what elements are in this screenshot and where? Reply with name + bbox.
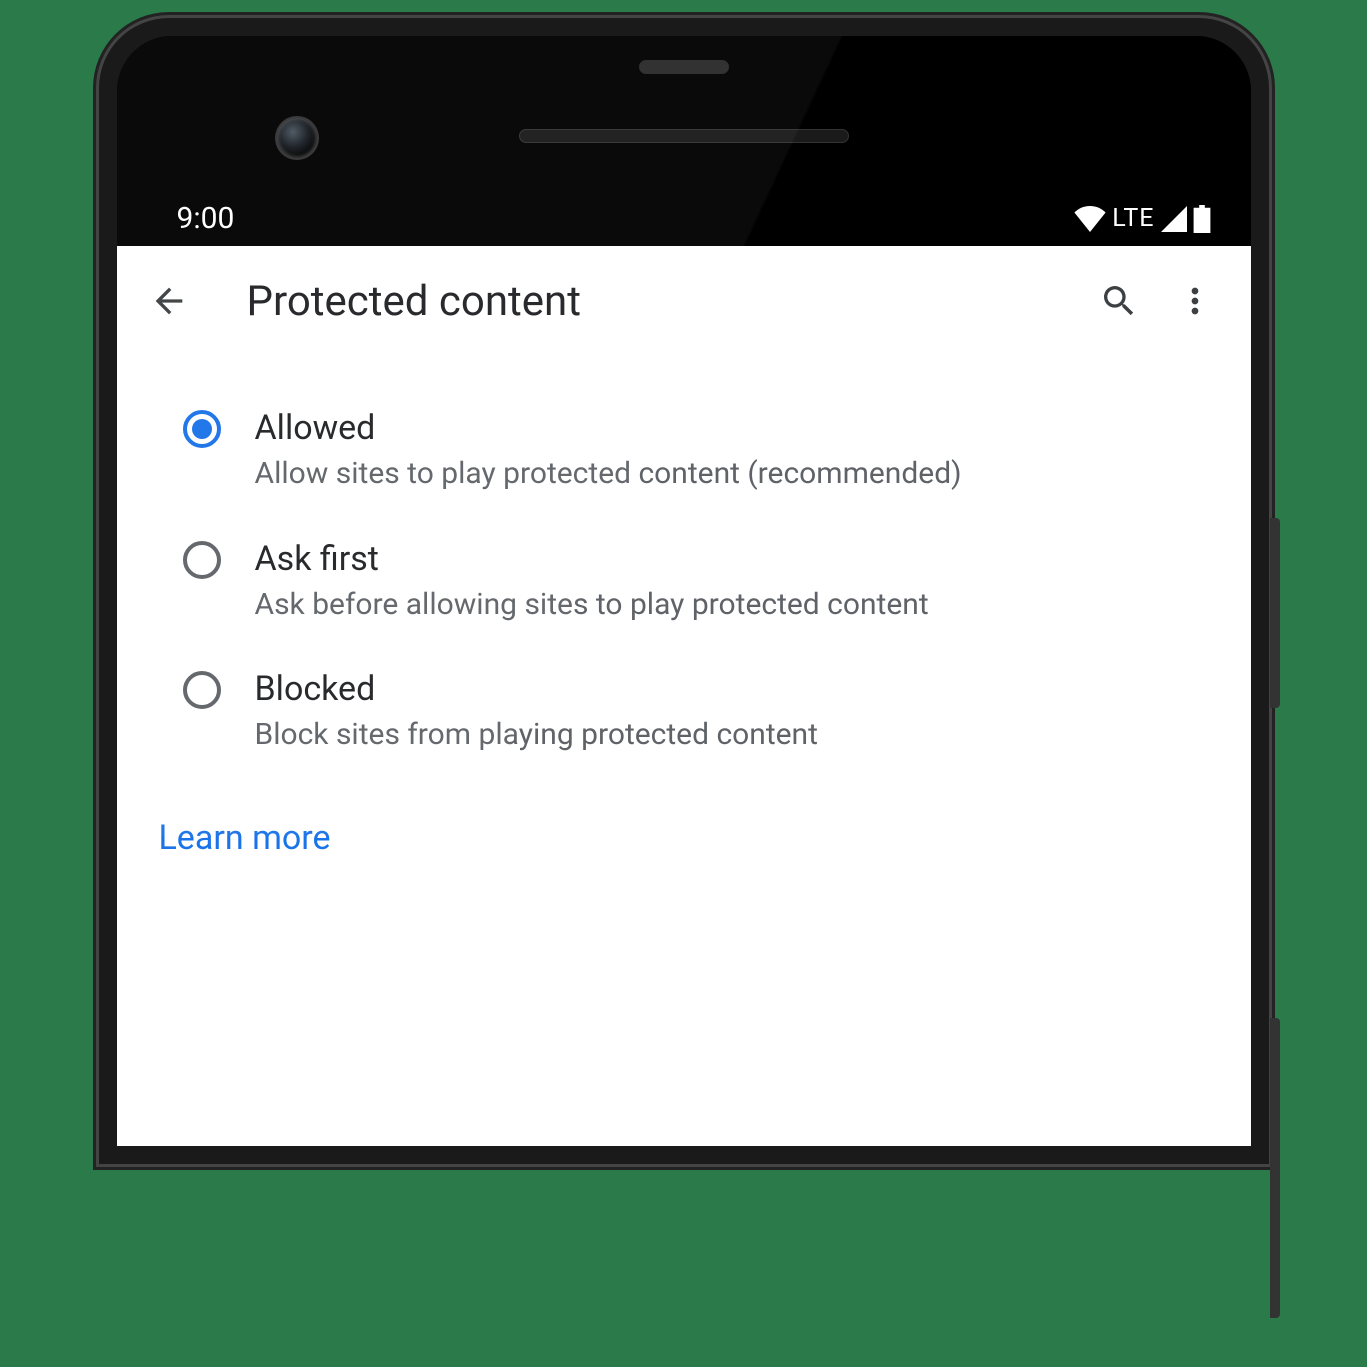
radio-selected-icon xyxy=(183,410,221,448)
radio-control[interactable] xyxy=(157,408,247,448)
radio-unselected-icon xyxy=(183,541,221,579)
page-title: Protected content xyxy=(247,277,1071,326)
more-button[interactable] xyxy=(1167,273,1223,329)
phone-side-button xyxy=(1270,1018,1280,1318)
more-vert-icon xyxy=(1175,281,1215,321)
phone-top-bezel: 9:00 LTE xyxy=(117,36,1251,246)
battery-icon xyxy=(1193,205,1211,233)
phone-speaker xyxy=(519,129,849,143)
arrow-back-icon xyxy=(149,281,189,321)
option-text: Blocked Block sites from playing protect… xyxy=(247,669,1211,756)
phone-inner: 9:00 LTE xyxy=(117,36,1251,1146)
option-ask-first[interactable]: Ask first Ask before allowing sites to p… xyxy=(117,517,1251,648)
back-button[interactable] xyxy=(145,277,193,325)
option-title: Blocked xyxy=(255,669,1211,709)
option-allowed[interactable]: Allowed Allow sites to play protected co… xyxy=(117,386,1251,517)
option-title: Ask first xyxy=(255,539,1211,579)
option-description: Ask before allowing sites to play protec… xyxy=(255,585,1211,626)
radio-control[interactable] xyxy=(157,669,247,709)
option-text: Allowed Allow sites to play protected co… xyxy=(247,408,1211,495)
search-button[interactable] xyxy=(1091,273,1147,329)
phone-sensor xyxy=(639,60,729,74)
wifi-icon xyxy=(1074,206,1106,232)
option-text: Ask first Ask before allowing sites to p… xyxy=(247,539,1211,626)
phone-side-button xyxy=(1270,518,1280,708)
option-title: Allowed xyxy=(255,408,1211,448)
option-blocked[interactable]: Blocked Block sites from playing protect… xyxy=(117,647,1251,778)
phone-camera xyxy=(277,118,317,158)
option-description: Block sites from playing protected conte… xyxy=(255,715,1211,756)
screen: Protected content Allowed xyxy=(117,246,1251,1146)
radio-control[interactable] xyxy=(157,539,247,579)
options-list: Allowed Allow sites to play protected co… xyxy=(117,356,1251,778)
status-time: 9:00 xyxy=(157,201,235,236)
app-bar: Protected content xyxy=(117,246,1251,356)
learn-more-link[interactable]: Learn more xyxy=(117,778,373,898)
option-description: Allow sites to play protected content (r… xyxy=(255,454,1211,495)
phone-frame: 9:00 LTE xyxy=(99,18,1269,1164)
search-icon xyxy=(1099,281,1139,321)
status-indicators: LTE xyxy=(1074,204,1210,233)
signal-icon xyxy=(1161,206,1187,232)
network-label: LTE xyxy=(1112,204,1154,233)
radio-unselected-icon xyxy=(183,671,221,709)
status-bar: 9:00 LTE xyxy=(117,191,1251,246)
